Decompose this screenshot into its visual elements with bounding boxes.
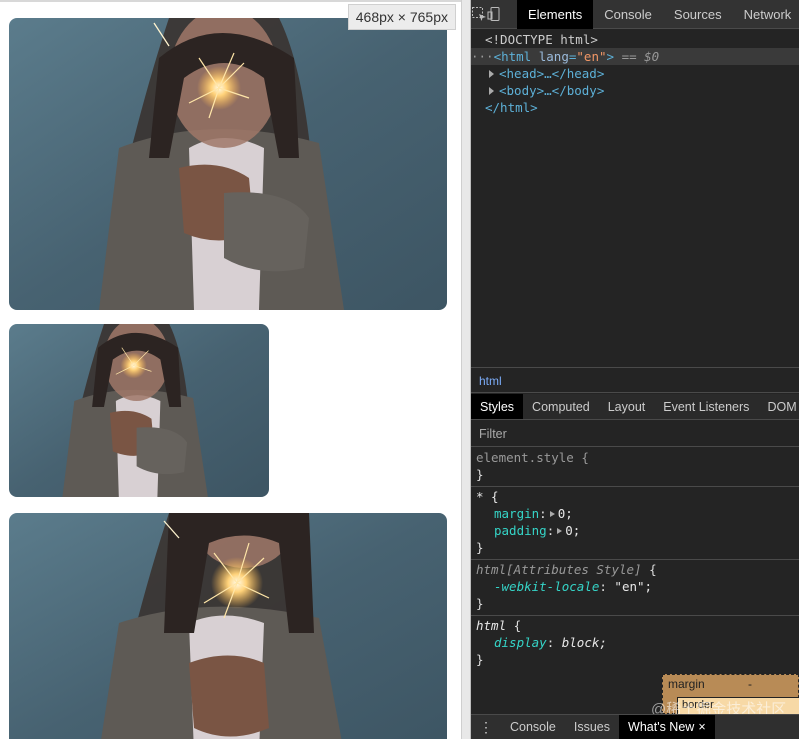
inspect-element-icon[interactable] xyxy=(471,0,487,28)
more-vertical-icon[interactable]: ⋮ xyxy=(471,719,501,736)
rule-brace: { xyxy=(649,562,657,577)
html-attr-name: lang xyxy=(538,49,569,64)
breadcrumb: html xyxy=(471,367,799,393)
breadcrumb-html[interactable]: html xyxy=(479,374,502,388)
rule-brace: { xyxy=(513,618,522,633)
expand-arrow-icon[interactable] xyxy=(549,511,555,517)
value-webkit-locale: "en"; xyxy=(614,579,653,594)
sparkler-photo-small xyxy=(9,324,269,497)
tab-styles[interactable]: Styles xyxy=(471,394,524,419)
close-icon[interactable]: × xyxy=(698,720,705,734)
value-margin[interactable]: 0; xyxy=(558,506,573,521)
tab-layout[interactable]: Layout xyxy=(599,394,655,419)
rule-element-style: element.style { } xyxy=(471,448,799,487)
dom-node-html-close[interactable]: </html> xyxy=(471,99,799,116)
styles-filter-input[interactable]: Filter xyxy=(471,421,799,447)
prop-display: display xyxy=(494,635,547,650)
rule-close: } xyxy=(476,596,484,611)
tab-dom[interactable]: DOM xyxy=(758,394,799,419)
rule-selector: element.style { xyxy=(476,450,589,465)
sparkler-photo xyxy=(9,18,447,310)
rule-html: html { display: block; } xyxy=(476,618,607,667)
html-open-tag: <html xyxy=(493,49,532,64)
head-node-text: <head>…</head> xyxy=(499,66,605,81)
tab-console[interactable]: Console xyxy=(593,0,663,29)
tab-sources[interactable]: Sources xyxy=(663,0,733,29)
rule-selector: * { xyxy=(476,489,499,504)
drawer-tab-label: What's New xyxy=(628,720,695,734)
devtools-splitter[interactable] xyxy=(461,0,471,739)
rule-selector: html xyxy=(476,618,507,633)
devtools-panel: Elements Console Sources Network <!DOCTY… xyxy=(471,0,799,739)
dom-node-head[interactable]: <head>…</head> xyxy=(471,65,799,82)
tab-event-listeners[interactable]: Event Listeners xyxy=(654,394,758,419)
box-model-margin-value[interactable]: - xyxy=(748,677,752,691)
prop-webkit-locale: -webkit-locale xyxy=(494,579,600,594)
value-padding[interactable]: 0; xyxy=(565,523,580,538)
rule-selector: html[Attributes Style] xyxy=(476,562,642,577)
html-attr-value: "en" xyxy=(576,49,607,64)
rule-close: } xyxy=(476,652,484,667)
expand-triangle-icon[interactable] xyxy=(489,87,494,95)
expand-arrow-icon[interactable] xyxy=(557,528,563,534)
value-display: block; xyxy=(561,635,607,650)
screen: 468px × 765px Elements Console Sources N… xyxy=(0,0,799,739)
tab-elements[interactable]: Elements xyxy=(517,0,594,29)
style-rules: element.style { } * { margin: 0; padding:… xyxy=(471,448,799,667)
rule-universal: * { margin: 0; padding: 0; } xyxy=(471,487,799,560)
dom-doctype[interactable]: <!DOCTYPE html> xyxy=(471,31,799,48)
page-viewport: 468px × 765px xyxy=(0,0,461,739)
rule-close: } xyxy=(476,467,484,482)
html-close-text: </html> xyxy=(485,100,538,115)
drawer-tab-whats-new[interactable]: What's New × xyxy=(619,715,715,739)
drawer-tab-issues[interactable]: Issues xyxy=(565,715,619,739)
drawer-tab-console[interactable]: Console xyxy=(501,715,565,739)
devtools-drawer: ⋮ Console Issues What's New × xyxy=(471,714,799,739)
dom-dots: ··· xyxy=(471,49,494,64)
device-toolbar-icon[interactable] xyxy=(487,0,503,28)
rule-html-attributes: html[Attributes Style] { -webkit-locale:… xyxy=(471,560,799,616)
selected-marker: == $0 xyxy=(621,49,660,64)
html-close-bracket: > xyxy=(606,49,615,64)
styles-subtabs: Styles Computed Layout Event Listeners D… xyxy=(471,394,799,420)
sparkler-photo-cropped xyxy=(9,513,447,739)
rule-close: } xyxy=(476,540,484,555)
body-node-text: <body>…</body> xyxy=(499,83,605,98)
dom-node-html[interactable]: ···<html lang="en"> == $0 xyxy=(471,48,799,65)
tab-network[interactable]: Network xyxy=(733,0,799,29)
prop-padding[interactable]: padding xyxy=(476,523,547,538)
doctype-text: <!DOCTYPE html> xyxy=(485,32,598,47)
tab-computed[interactable]: Computed xyxy=(523,394,599,419)
prop-margin[interactable]: margin xyxy=(476,506,539,521)
viewport-size-badge: 468px × 765px xyxy=(347,4,456,30)
devtools-tabbar: Elements Console Sources Network xyxy=(471,0,799,29)
dom-tree: <!DOCTYPE html> ···<html lang="en"> == $… xyxy=(471,29,799,367)
dom-node-body[interactable]: <body>…</body> xyxy=(471,82,799,99)
box-model-margin-label: margin xyxy=(668,677,705,691)
expand-triangle-icon[interactable] xyxy=(489,70,494,78)
